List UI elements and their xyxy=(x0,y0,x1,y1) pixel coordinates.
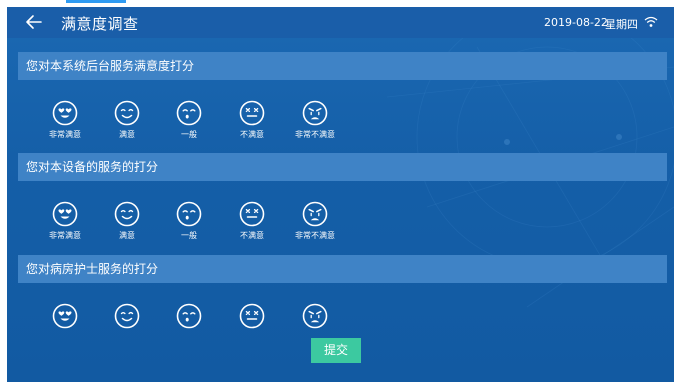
dissatisfied-face-icon xyxy=(239,100,265,126)
rating-option-neutral[interactable]: 一般 xyxy=(165,201,213,245)
wifi-icon xyxy=(644,16,658,27)
back-arrow-icon[interactable] xyxy=(25,12,43,32)
very-dissatisfied-face-icon xyxy=(302,100,328,126)
question-bar-backend-service: 您对本系统后台服务满意度打分 xyxy=(18,52,667,80)
dissatisfied-face-icon xyxy=(239,201,265,227)
rating-option-satisfied[interactable] xyxy=(103,303,151,347)
survey-screen: 满意度调查 2019-08-22 星期四 您对本系统后台服务满意度打分 非常满意… xyxy=(7,7,674,382)
very-dissatisfied-face-icon xyxy=(302,201,328,227)
rating-option-label: 满意 xyxy=(119,130,135,139)
date-display: 2019-08-22 xyxy=(544,16,608,29)
satisfied-face-icon xyxy=(114,201,140,227)
satisfied-face-icon xyxy=(114,303,140,329)
rating-option-label: 一般 xyxy=(181,130,197,139)
rating-option-satisfied[interactable]: 满意 xyxy=(103,100,151,144)
weekday-display: 星期四 xyxy=(605,18,638,31)
rating-option-dissatisfied[interactable] xyxy=(228,303,276,347)
top-bar: 满意度调查 2019-08-22 星期四 xyxy=(7,7,674,38)
rating-option-label: 满意 xyxy=(119,231,135,240)
very-satisfied-face-icon xyxy=(52,100,78,126)
rating-option-label: 非常满意 xyxy=(49,231,81,240)
rating-option-label: 不满意 xyxy=(240,231,264,240)
neutral-face-icon xyxy=(176,100,202,126)
page-title: 满意度调查 xyxy=(61,15,139,33)
rating-option-label: 非常不满意 xyxy=(295,130,335,139)
neutral-face-icon xyxy=(176,303,202,329)
rating-option-neutral[interactable] xyxy=(165,303,213,347)
very-satisfied-face-icon xyxy=(52,201,78,227)
rating-option-dissatisfied[interactable]: 不满意 xyxy=(228,100,276,144)
rating-option-very-satisfied[interactable] xyxy=(41,303,89,347)
very-dissatisfied-face-icon xyxy=(302,303,328,329)
neutral-face-icon xyxy=(176,201,202,227)
rating-option-very-dissatisfied[interactable]: 非常不满意 xyxy=(291,100,339,144)
question-bar-device-service: 您对本设备的服务的打分 xyxy=(18,153,667,181)
satisfied-face-icon xyxy=(114,100,140,126)
rating-option-very-satisfied[interactable]: 非常满意 xyxy=(41,100,89,144)
rating-option-label: 一般 xyxy=(181,231,197,240)
rating-option-dissatisfied[interactable]: 不满意 xyxy=(228,201,276,245)
rating-option-neutral[interactable]: 一般 xyxy=(165,100,213,144)
question-bar-nurse-service: 您对病房护士服务的打分 xyxy=(18,255,667,283)
rating-option-label: 不满意 xyxy=(240,130,264,139)
dissatisfied-face-icon xyxy=(239,303,265,329)
very-satisfied-face-icon xyxy=(52,303,78,329)
tab-accent-bar xyxy=(66,0,126,3)
submit-button[interactable]: 提交 xyxy=(311,338,361,363)
rating-option-very-satisfied[interactable]: 非常满意 xyxy=(41,201,89,245)
rating-option-label: 非常不满意 xyxy=(295,231,335,240)
rating-option-label: 非常满意 xyxy=(49,130,81,139)
rating-option-satisfied[interactable]: 满意 xyxy=(103,201,151,245)
rating-option-very-dissatisfied[interactable]: 非常不满意 xyxy=(291,201,339,245)
